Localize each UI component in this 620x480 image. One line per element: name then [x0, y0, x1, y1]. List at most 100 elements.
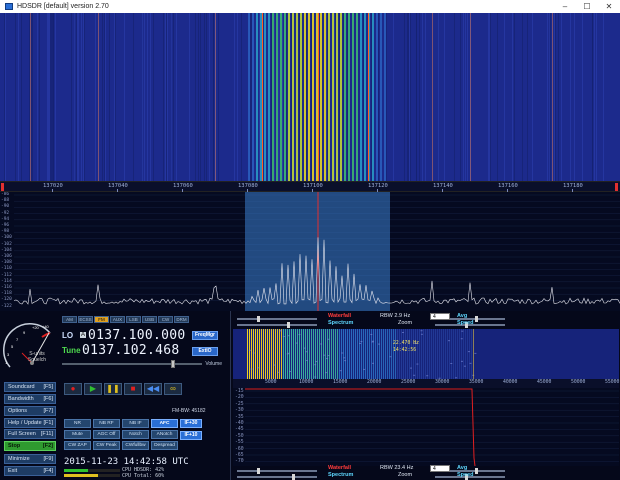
zoom-bottom-slider-2[interactable] [237, 474, 317, 480]
zoom-waterfall[interactable]: 22.470 Hz 14:42:56 [233, 329, 619, 379]
zoom-spectrum[interactable]: -15 -20 -25 -30 -35 -40 -45 -50 -55 -60 -65 -70 [233, 388, 619, 466]
zoom-waterfall-edge-line [473, 329, 474, 379]
sidebar-button-exit[interactable]: Exit [F4] [4, 466, 56, 476]
dsp-button-afc[interactable]: AFC [151, 419, 178, 428]
waterfall-noise-line [386, 13, 387, 181]
dsp-button-nb-rf[interactable]: NB RF [93, 419, 120, 428]
zoom-bottom-slider-2-knob[interactable] [292, 474, 295, 480]
zoom-waterfall-line [329, 329, 330, 379]
zoom-waterfall-line [349, 329, 350, 379]
zoom-panel: Waterfall Spectrum RBW 2.9 Hz Zoom 4 Avg… [230, 311, 620, 480]
zoom-bottom-slider-1-knob[interactable] [257, 468, 260, 474]
zoom-waterfall-canvas[interactable] [233, 329, 619, 379]
waterfall-noise-line [522, 13, 523, 181]
rewind-button[interactable]: ◀◀ [144, 383, 162, 395]
volume-slider[interactable] [62, 360, 203, 368]
waterfall-signal-line [252, 13, 254, 181]
extio-button[interactable]: ExtIO [192, 347, 218, 356]
spectrum-db-label: -90 [1, 204, 10, 210]
if-plus-button[interactable]: IF+30 [180, 419, 202, 428]
zoom-waterfall-speck [344, 360, 347, 362]
dsp-button-nr[interactable]: NR [64, 419, 91, 428]
waterfall-noise-line [497, 13, 498, 181]
mode-button-usb[interactable]: USB [142, 316, 157, 323]
zoom-waterfall-time-note: 14:42:56 [393, 348, 417, 353]
if-minus-button[interactable]: IF+10 [180, 431, 202, 440]
waterfall-signal-line [344, 13, 346, 181]
dsp-button-mute[interactable]: Mute [64, 430, 91, 439]
dsp-button-despread[interactable]: Despread [151, 441, 178, 450]
dsp-button-cwfullbw[interactable]: CWfullbw [122, 441, 149, 450]
sidebar-button-help-update[interactable]: Help / Update [F1] [4, 418, 56, 428]
play-button[interactable]: ▶ [84, 383, 102, 395]
sidebar-button-full-screen[interactable]: Full Screen [F11] [4, 429, 56, 439]
waterfall-noise-line [234, 13, 235, 181]
mode-button-cw[interactable]: CW [158, 316, 173, 323]
mode-button-drm[interactable]: DRM [174, 316, 189, 323]
zoom-waterfall-line [311, 329, 312, 379]
sidebar-button-key: [F7] [43, 408, 53, 414]
minimize-window-button[interactable]: – [554, 2, 576, 11]
lo-frequency-display[interactable]: LO A 0137.100.000 [62, 328, 186, 343]
main-waterfall[interactable] [0, 13, 620, 181]
spectrum-db-label: -98 [1, 229, 10, 235]
mode-button-ecss[interactable]: ECSS [78, 316, 93, 323]
zoom-top-slider-3-knob[interactable] [475, 316, 478, 322]
loop-button[interactable]: ∞ [164, 383, 182, 395]
zoom-bottom-slider-3-knob[interactable] [475, 468, 478, 474]
zoom-top-select[interactable]: 4 [430, 313, 450, 320]
ruler-right-marker[interactable] [615, 183, 618, 191]
zoom-waterfall-line [433, 329, 434, 379]
dsp-button-anotch[interactable]: ANotch [151, 430, 178, 439]
pause-button[interactable]: ❚❚ [104, 383, 122, 395]
maximize-window-button[interactable]: ☐ [576, 2, 598, 11]
lo-frequency-value[interactable]: 0137.100.000 [88, 328, 186, 343]
dsp-button-cw-peak[interactable]: CW Peak [93, 441, 120, 450]
zoom-frequency-ruler[interactable]: 5000 10000 15000 20000 25000 30000 35000 40000 4… [233, 379, 619, 388]
record-button[interactable]: ● [64, 383, 82, 395]
mode-button-am[interactable]: AM [62, 316, 77, 323]
main-spectrum-canvas[interactable] [0, 192, 620, 311]
mode-button-fm[interactable]: FM [94, 316, 109, 323]
zoom-bottom-select[interactable]: 4 [430, 465, 450, 472]
zoom-waterfall-speck [279, 330, 282, 332]
zoom-top-slider-1[interactable] [237, 316, 317, 322]
tune-frequency-display[interactable]: Tune 0137.102.468 [62, 343, 180, 358]
dsp-button-agc-off[interactable]: AGC Off [93, 430, 120, 439]
zoom-top-slider-1-knob[interactable] [257, 316, 260, 322]
zoom-bottom-slider-1[interactable] [237, 468, 317, 474]
mode-button-aux[interactable]: AUX [110, 316, 125, 323]
zoom-waterfall-speck [326, 357, 329, 359]
tune-label: Tune [62, 345, 81, 355]
waterfall-noise-line [326, 13, 327, 181]
main-waterfall-canvas[interactable] [0, 13, 620, 181]
zoom-spectrum-canvas[interactable] [233, 388, 619, 466]
sidebar-button-bandwidth[interactable]: Bandwidth [F6] [4, 394, 56, 404]
dsp-button-cw-zap[interactable]: CW ZAP [64, 441, 91, 450]
waterfall-carrier-line [262, 13, 263, 181]
waterfall-noise-line [291, 13, 292, 181]
sidebar-button-options[interactable]: Options [F7] [4, 406, 56, 416]
frequency-ruler[interactable]: 137020 137040 137060 137080 137100 137120 1371… [0, 181, 620, 192]
fm-bandwidth-label: FM-BW: 45182 [172, 408, 206, 414]
dsp-button-nb-if[interactable]: NB IF [122, 419, 149, 428]
volume-slider-knob[interactable] [171, 360, 176, 368]
lo-a-tag[interactable]: A [80, 332, 87, 338]
mode-button-lsb[interactable]: LSB [126, 316, 141, 323]
zoom-spectrum-db-label: -55 [235, 440, 244, 446]
stop-button[interactable]: ■ [124, 383, 142, 395]
zoom-waterfall-line [267, 329, 268, 379]
sidebar-button-stop[interactable]: Stop [F2] [4, 441, 56, 451]
freqmgr-button[interactable]: FreqMgr [192, 331, 218, 340]
sidebar-button-minimize[interactable]: Minimize [F9] [4, 454, 56, 464]
tune-frequency-value[interactable]: 0137.102.468 [82, 343, 180, 358]
sidebar-button-soundcard[interactable]: Soundcard [F5] [4, 382, 56, 392]
zoom-top-slider-2-knob[interactable] [287, 322, 290, 328]
dsp-button-notch[interactable]: Notch [122, 430, 149, 439]
zoom-waterfall-line [261, 329, 262, 379]
main-spectrum[interactable]: -86 -88 -90 -92 -94 -96 -98 -100 -102 -104 -106 -10… [0, 192, 620, 311]
zoom-top-slider-2[interactable] [237, 322, 317, 328]
close-window-button[interactable]: ✕ [598, 2, 620, 11]
zoom-waterfall-line [325, 329, 326, 379]
ruler-left-marker[interactable] [1, 183, 4, 191]
